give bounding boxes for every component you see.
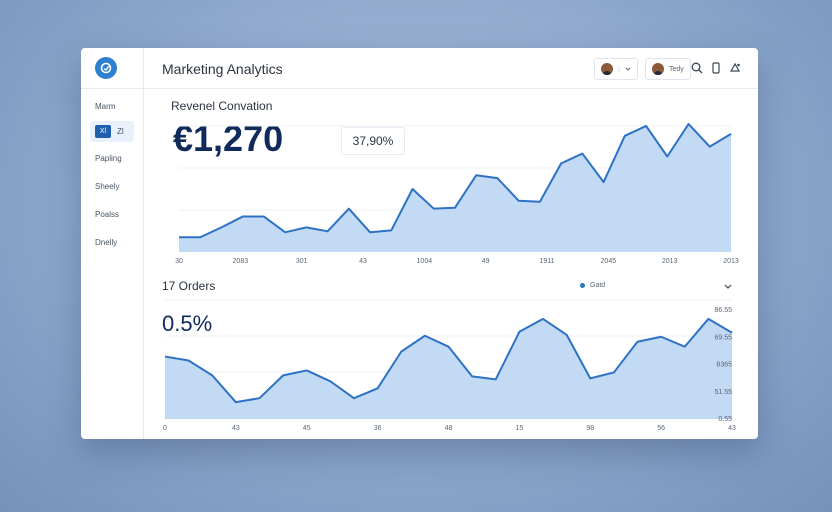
- x-tick-label: 43: [232, 425, 240, 432]
- x-tick-label: 43: [728, 425, 736, 432]
- x-tick-label: 48: [445, 425, 453, 432]
- orders-chart: 0 43 45 36 48 15 98 56 43 86.55 69.55 8365 51.55 0.55: [163, 299, 736, 432]
- y-tick-label: 69.55: [714, 334, 732, 341]
- area-fill: [165, 318, 732, 419]
- y-tick-label: 86.55: [714, 307, 732, 314]
- x-tick-label: 0: [163, 425, 167, 432]
- x-tick-label: 15: [515, 425, 523, 432]
- x-tick-label: 98: [586, 425, 594, 432]
- x-tick-label: 45: [303, 425, 311, 432]
- app-window: Marketing Analytics | Tedy Marm Xl Zl Pa…: [81, 48, 758, 439]
- y-tick-label: 8365: [716, 362, 732, 369]
- x-tick-label: 56: [657, 425, 665, 432]
- x-tick-label: 36: [374, 425, 382, 432]
- y-tick-label: 0.55: [718, 416, 732, 423]
- y-tick-label: 51.55: [714, 389, 732, 396]
